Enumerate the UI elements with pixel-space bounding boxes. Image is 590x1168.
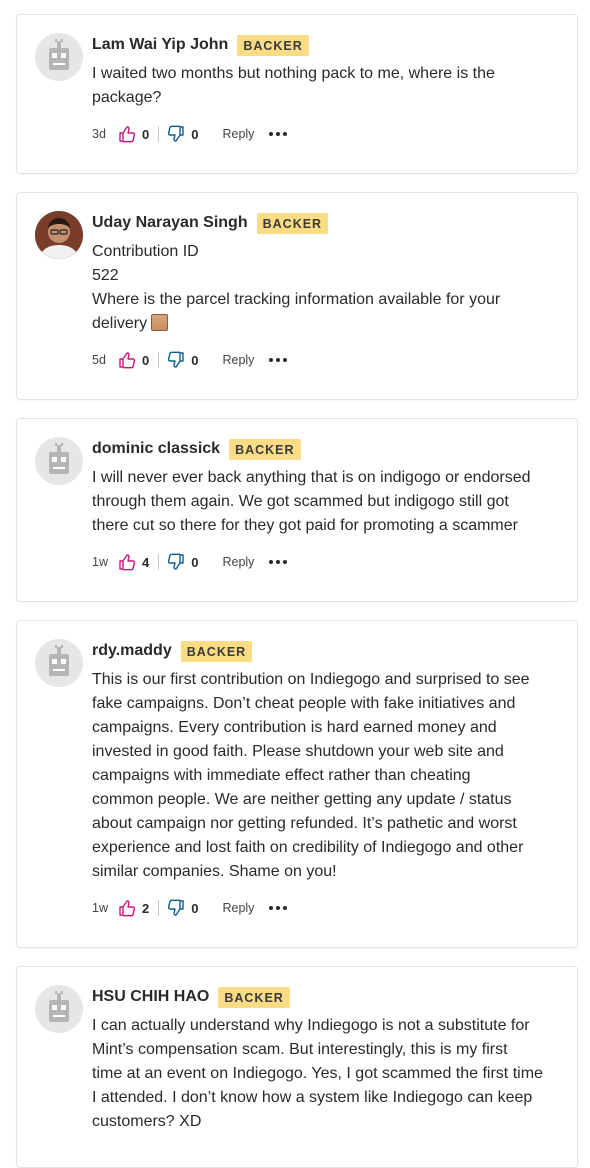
more-options-icon[interactable] bbox=[269, 132, 288, 136]
like-button[interactable]: 2 bbox=[118, 899, 149, 917]
more-options-icon[interactable] bbox=[269, 560, 288, 564]
like-count: 0 bbox=[142, 126, 150, 142]
comment-age: 3d bbox=[92, 127, 106, 141]
backer-badge: BACKER bbox=[256, 212, 329, 234]
thumbs-down-icon bbox=[168, 125, 184, 142]
comment-actions: 5d 0 0 Reply bbox=[92, 349, 561, 371]
comment-actions: 1w 4 0 Reply bbox=[92, 551, 561, 573]
dislike-count: 0 bbox=[191, 126, 199, 142]
comment-body: Contribution ID 522 Where is the parcel … bbox=[92, 243, 501, 332]
comment-card: dominic classick BACKER I will never eve… bbox=[16, 418, 578, 602]
backer-badge: BACKER bbox=[229, 438, 301, 460]
robot-avatar[interactable] bbox=[35, 985, 83, 1033]
comment-card: Lam Wai Yip John BACKER I waited two mon… bbox=[16, 14, 578, 174]
reply-button[interactable]: Reply bbox=[222, 353, 254, 367]
like-button[interactable]: 0 bbox=[118, 125, 149, 143]
comment-age: 1w bbox=[92, 901, 108, 915]
author-name[interactable]: rdy.maddy bbox=[92, 642, 172, 660]
comment-body: This is our first contribution on Indieg… bbox=[92, 671, 530, 880]
comment-card: Uday Narayan Singh BACKER Contribution I… bbox=[16, 192, 578, 400]
comment-actions: 1w 2 0 Reply bbox=[92, 897, 561, 919]
like-count: 2 bbox=[142, 900, 150, 916]
like-button[interactable]: 0 bbox=[118, 351, 149, 369]
dislike-button[interactable]: 0 bbox=[167, 125, 198, 143]
backer-badge: BACKER bbox=[237, 34, 309, 56]
thumbs-up-icon bbox=[119, 352, 136, 369]
robot-avatar[interactable] bbox=[35, 639, 83, 687]
comment-age: 5d bbox=[92, 353, 106, 367]
photo-avatar[interactable] bbox=[35, 211, 83, 259]
thumbs-up-icon bbox=[119, 554, 136, 571]
reply-button[interactable]: Reply bbox=[222, 555, 254, 569]
more-options-icon[interactable] bbox=[269, 906, 288, 910]
dislike-button[interactable]: 0 bbox=[167, 351, 198, 369]
dislike-count: 0 bbox=[191, 352, 199, 368]
reply-button[interactable]: Reply bbox=[222, 127, 254, 141]
package-emoji-icon bbox=[151, 314, 169, 331]
author-name[interactable]: Lam Wai Yip John bbox=[92, 36, 228, 54]
backer-badge: BACKER bbox=[218, 986, 290, 1008]
comment-body: I waited two months but nothing pack to … bbox=[92, 65, 495, 106]
thumbs-down-icon bbox=[168, 351, 184, 368]
divider bbox=[158, 352, 160, 368]
dislike-count: 0 bbox=[191, 554, 199, 570]
author-name[interactable]: Uday Narayan Singh bbox=[92, 214, 248, 232]
thumbs-up-icon bbox=[119, 126, 136, 143]
like-count: 0 bbox=[142, 352, 150, 368]
more-options-icon[interactable] bbox=[269, 358, 288, 362]
robot-avatar[interactable] bbox=[35, 33, 83, 81]
comment-body: I can actually understand why Indiegogo … bbox=[92, 1017, 543, 1130]
backer-badge: BACKER bbox=[180, 640, 253, 662]
divider bbox=[158, 900, 160, 916]
author-name[interactable]: HSU CHIH HAO bbox=[92, 988, 209, 1006]
comment-card: rdy.maddy BACKER This is our first contr… bbox=[16, 620, 578, 948]
reply-button[interactable]: Reply bbox=[222, 901, 254, 915]
comment-age: 1w bbox=[92, 555, 108, 569]
like-count: 4 bbox=[142, 554, 150, 570]
comment-body: I will never ever back anything that is … bbox=[92, 469, 531, 534]
thumbs-down-icon bbox=[168, 553, 184, 570]
comment-card: HSU CHIH HAO BACKER I can actually under… bbox=[16, 966, 578, 1168]
author-name[interactable]: dominic classick bbox=[92, 440, 220, 458]
dislike-count: 0 bbox=[191, 900, 199, 916]
divider bbox=[158, 126, 160, 142]
thumbs-down-icon bbox=[168, 899, 184, 916]
divider bbox=[158, 554, 160, 570]
robot-avatar[interactable] bbox=[35, 437, 83, 485]
comment-actions: 3d 0 0 Reply bbox=[92, 123, 561, 145]
thumbs-up-icon bbox=[119, 900, 136, 917]
like-button[interactable]: 4 bbox=[118, 553, 149, 571]
dislike-button[interactable]: 0 bbox=[167, 553, 198, 571]
dislike-button[interactable]: 0 bbox=[167, 899, 198, 917]
